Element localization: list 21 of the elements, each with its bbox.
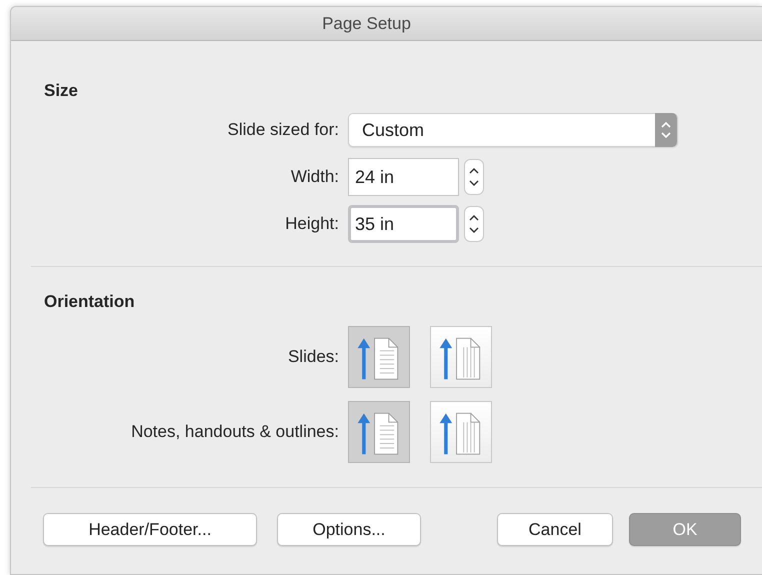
slide-size-dropdown[interactable]: Custom	[348, 113, 678, 147]
window-title: Page Setup	[322, 14, 411, 34]
orientation-toggle[interactable]	[348, 326, 410, 388]
dialog-button[interactable]: Options...	[277, 513, 421, 546]
orientation-toggle[interactable]	[348, 401, 410, 463]
stepper-icon[interactable]	[464, 206, 484, 242]
dialog-button[interactable]: Cancel	[497, 513, 613, 546]
orientation-toggle[interactable]	[430, 401, 492, 463]
dialog-button[interactable]: Header/Footer...	[43, 513, 257, 546]
stepper-icon[interactable]	[464, 159, 484, 195]
section-heading: Size	[44, 80, 80, 101]
section-heading: Orientation	[44, 291, 136, 312]
field-label: Width:	[290, 167, 339, 187]
dimension-input-field[interactable]: 35 in	[348, 205, 459, 243]
row-label: Notes, handouts & outlines:	[130, 422, 339, 442]
dimension-input-field[interactable]: 24 in	[348, 158, 459, 196]
orientation-toggle[interactable]	[430, 326, 492, 388]
chevron-icon	[655, 113, 677, 147]
field-label: Height:	[284, 214, 339, 234]
row-label: Slides:	[286, 347, 339, 367]
field-label: Slide sized for:	[226, 120, 339, 140]
